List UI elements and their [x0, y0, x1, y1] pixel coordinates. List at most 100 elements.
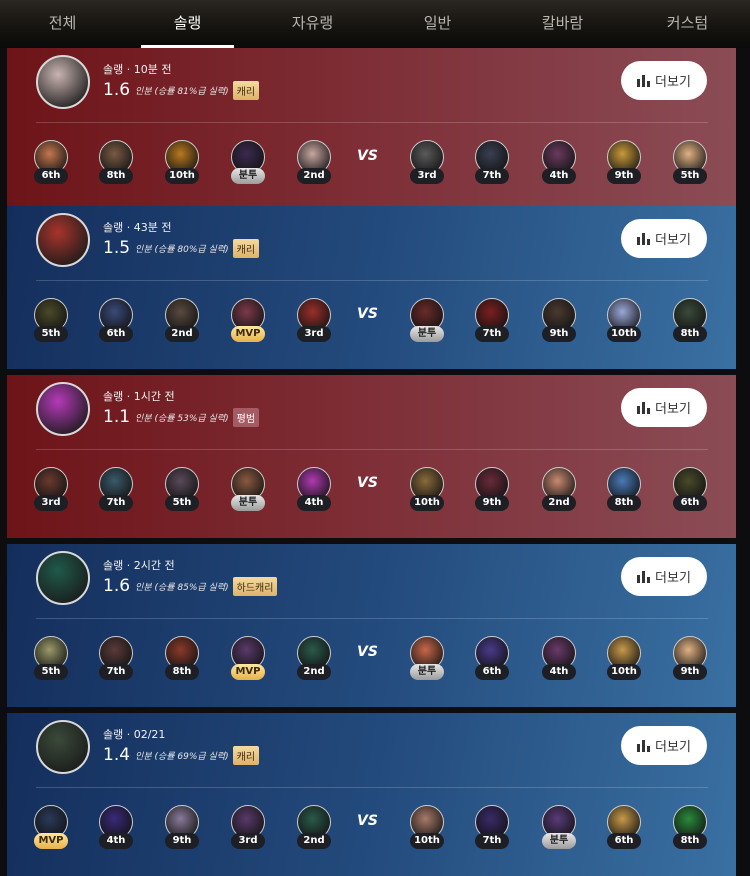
rank-badge: 3rd	[297, 326, 331, 342]
more-button[interactable]: 더보기	[621, 61, 707, 100]
queue-tab-bar: 전체 솔랭 자유랭 일반 칼바람 커스텀	[0, 0, 750, 48]
rank-badge: 분투	[410, 326, 444, 342]
vs-label: VS	[357, 148, 378, 164]
rank-badge: 5th	[673, 168, 707, 184]
match-card[interactable]: 솔랭 · 10분 전 1.6 인분 (승률 81%급 실력) 캐리 더보기 6th 8th 1…	[7, 48, 736, 211]
rank-badge: 4th	[297, 495, 331, 511]
rank-badge: 분투	[231, 168, 265, 184]
rank-badge: 6th	[607, 833, 641, 849]
rank-badge: 분투	[410, 664, 444, 680]
score-value: 1.6	[103, 80, 131, 100]
performance-tag: 캐리	[232, 80, 260, 100]
tab-0[interactable]: 전체	[0, 0, 125, 48]
rank-badge: 3rd	[34, 495, 68, 511]
performance-summary: 1.4 인분 (승률 69%급 실력) 캐리	[103, 745, 260, 765]
rank-badge: 7th	[99, 495, 133, 511]
rank-badge: 6th	[475, 664, 509, 680]
tab-1[interactable]: 솔랭	[125, 0, 250, 48]
performance-summary: 1.1 인분 (승률 53%급 실력) 평범	[103, 407, 260, 427]
bar-chart-icon	[637, 74, 651, 87]
player-champion-avatar	[36, 213, 90, 267]
rank-badge: 7th	[475, 833, 509, 849]
bar-chart-icon	[637, 570, 651, 583]
match-card[interactable]: 솔랭 · 43분 전 1.5 인분 (승률 80%급 실력) 캐리 더보기 5th 6th 2…	[7, 206, 736, 369]
vs-label: VS	[357, 306, 378, 322]
rank-badge: 10th	[410, 833, 444, 849]
bar-chart-icon	[637, 401, 651, 414]
queue-time: 솔랭 · 43분 전	[103, 221, 172, 234]
more-button[interactable]: 더보기	[621, 388, 707, 427]
rank-badge: 2nd	[542, 495, 576, 511]
rank-badge: 3rd	[231, 833, 265, 849]
score-description: 인분 (승률 81%급 실력)	[135, 86, 229, 97]
bar-chart-icon	[637, 232, 651, 245]
player-champion-avatar	[36, 720, 90, 774]
performance-summary: 1.5 인분 (승률 80%급 실력) 캐리	[103, 238, 260, 258]
tab-2[interactable]: 자유랭	[250, 0, 375, 48]
rank-badge: 10th	[607, 326, 641, 342]
match-card[interactable]: 솔랭 · 1시간 전 1.1 인분 (승률 53%급 실력) 평범 더보기 3rd 7th 5…	[7, 375, 736, 538]
rank-badge: 6th	[34, 168, 68, 184]
rank-badge: 9th	[673, 664, 707, 680]
rank-badge: 2nd	[165, 326, 199, 342]
vs-label: VS	[357, 813, 378, 829]
tab-5[interactable]: 커스텀	[625, 0, 750, 48]
rank-badge: 2nd	[297, 168, 331, 184]
more-button-label: 더보기	[655, 75, 691, 90]
tab-3[interactable]: 일반	[375, 0, 500, 48]
rank-badge: 5th	[165, 495, 199, 511]
rank-badge: 10th	[165, 168, 199, 184]
rank-badge: MVP	[231, 664, 265, 680]
rank-badge: 8th	[99, 168, 133, 184]
performance-tag: 캐리	[232, 745, 260, 765]
more-button-label: 더보기	[655, 233, 691, 248]
divider	[36, 280, 708, 281]
vs-label: VS	[357, 644, 378, 660]
rank-badge: 8th	[607, 495, 641, 511]
match-card[interactable]: 솔랭 · 02/21 1.4 인분 (승률 69%급 실력) 캐리 더보기 MVP 4th 9…	[7, 713, 736, 876]
rank-badge: 6th	[673, 495, 707, 511]
rank-badge: 5th	[34, 326, 68, 342]
rank-badge: 분투	[542, 833, 576, 849]
rank-badge: MVP	[34, 833, 68, 849]
more-button-label: 더보기	[655, 740, 691, 755]
divider	[36, 122, 708, 123]
rank-badge: 9th	[542, 326, 576, 342]
player-champion-avatar	[36, 382, 90, 436]
rank-badge: 10th	[410, 495, 444, 511]
more-button[interactable]: 더보기	[621, 219, 707, 258]
score-description: 인분 (승률 80%급 실력)	[135, 244, 229, 255]
rank-badge: 9th	[607, 168, 641, 184]
vs-label: VS	[357, 475, 378, 491]
player-champion-avatar	[36, 551, 90, 605]
queue-time: 솔랭 · 10분 전	[103, 63, 172, 76]
more-button[interactable]: 더보기	[621, 557, 707, 596]
rank-badge: 9th	[475, 495, 509, 511]
rank-badge: 2nd	[297, 664, 331, 680]
rank-badge: MVP	[231, 326, 265, 342]
bar-chart-icon	[637, 739, 651, 752]
performance-tag: 하드캐리	[232, 576, 278, 596]
queue-time: 솔랭 · 1시간 전	[103, 390, 175, 403]
performance-tag: 캐리	[232, 238, 260, 258]
more-button-label: 더보기	[655, 402, 691, 417]
queue-time: 솔랭 · 02/21	[103, 728, 166, 741]
score-description: 인분 (승률 53%급 실력)	[135, 413, 229, 424]
rank-badge: 3rd	[410, 168, 444, 184]
rank-badge: 8th	[165, 664, 199, 680]
rank-badge: 분투	[231, 495, 265, 511]
divider	[36, 618, 708, 619]
rank-badge: 9th	[165, 833, 199, 849]
score-description: 인분 (승률 69%급 실력)	[135, 751, 229, 762]
rank-badge: 10th	[607, 664, 641, 680]
queue-time: 솔랭 · 2시간 전	[103, 559, 175, 572]
rank-badge: 4th	[542, 168, 576, 184]
score-description: 인분 (승률 85%급 실력)	[135, 582, 229, 593]
match-card[interactable]: 솔랭 · 2시간 전 1.6 인분 (승률 85%급 실력) 하드캐리 더보기 5th 7t…	[7, 544, 736, 707]
more-button[interactable]: 더보기	[621, 726, 707, 765]
performance-summary: 1.6 인분 (승률 81%급 실력) 캐리	[103, 80, 260, 100]
score-value: 1.6	[103, 576, 131, 596]
score-value: 1.1	[103, 407, 131, 427]
more-button-label: 더보기	[655, 571, 691, 586]
tab-4[interactable]: 칼바람	[500, 0, 625, 48]
